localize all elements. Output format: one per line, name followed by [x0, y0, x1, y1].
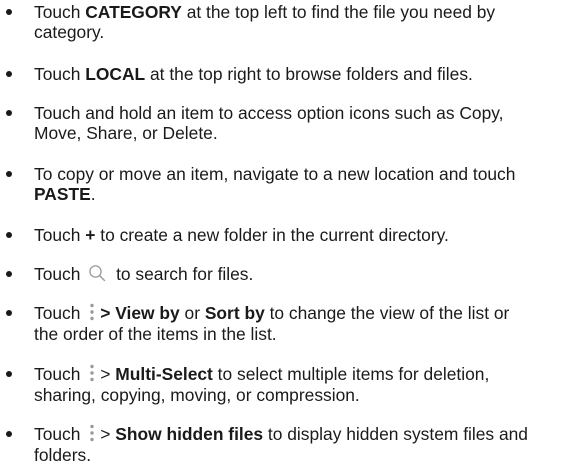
list-item: Touch LOCAL at the top right to browse f…: [0, 64, 536, 84]
bullet-icon: [6, 431, 12, 437]
item-bold-text: LOCAL: [85, 64, 146, 84]
item-text: or: [179, 303, 205, 323]
item-text: Touch: [34, 364, 86, 384]
item-bold-text: Show hidden files: [115, 424, 264, 444]
item-text: Touch: [34, 225, 86, 245]
more-vert-icon: [90, 365, 94, 382]
item-text: >: [100, 424, 116, 444]
list-item: Touch > View by or Sort by to change the…: [0, 303, 536, 344]
more-vert-icon: [90, 425, 94, 442]
item-bold-text: Multi-Select: [115, 364, 213, 384]
item-text: .: [90, 184, 96, 204]
item-text: Touch and hold an item to access option …: [34, 103, 504, 143]
list-item: Touch > Show hidden files to display hid…: [0, 424, 536, 465]
list-item: Touch + to create a new folder in the cu…: [0, 225, 536, 245]
item-bold-text: > View by: [100, 303, 180, 323]
item-bold-text: PASTE: [34, 184, 91, 204]
list-item: Touch CATEGORY at the top left to find t…: [0, 2, 536, 42]
bullet-icon: [6, 71, 12, 77]
bullet-icon: [6, 232, 12, 238]
item-text: To copy or move an item, navigate to a n…: [34, 164, 516, 184]
item-text: to create a new folder in the current di…: [95, 225, 449, 245]
more-vert-icon: [90, 304, 94, 321]
list-item: To copy or move an item, navigate to a n…: [0, 164, 536, 204]
bullet-icon: [6, 371, 12, 377]
item-text: Touch: [34, 2, 86, 22]
item-text: Touch: [34, 303, 86, 323]
bullet-icon: [6, 171, 12, 177]
list-item: Touch to search for files.: [0, 264, 536, 284]
item-bold-text: +: [85, 225, 96, 245]
item-text: Touch: [34, 264, 86, 284]
item-bold-text: CATEGORY: [85, 2, 182, 22]
bullet-icon: [6, 9, 12, 15]
bullet-icon: [6, 271, 12, 277]
item-text: at the top right to browse folders and f…: [145, 64, 473, 84]
list-item: Touch and hold an item to access option …: [0, 103, 536, 143]
item-text: >: [100, 364, 116, 384]
list-item: Touch > Multi-Select to select multiple …: [0, 364, 536, 405]
item-text: Touch: [34, 424, 86, 444]
item-text: to search for files.: [111, 264, 254, 284]
item-text: Touch: [34, 64, 86, 84]
bullet-icon: [6, 110, 12, 116]
search-icon: [89, 265, 106, 282]
bullet-icon: [6, 310, 12, 316]
item-bold-text: Sort by: [204, 303, 265, 323]
